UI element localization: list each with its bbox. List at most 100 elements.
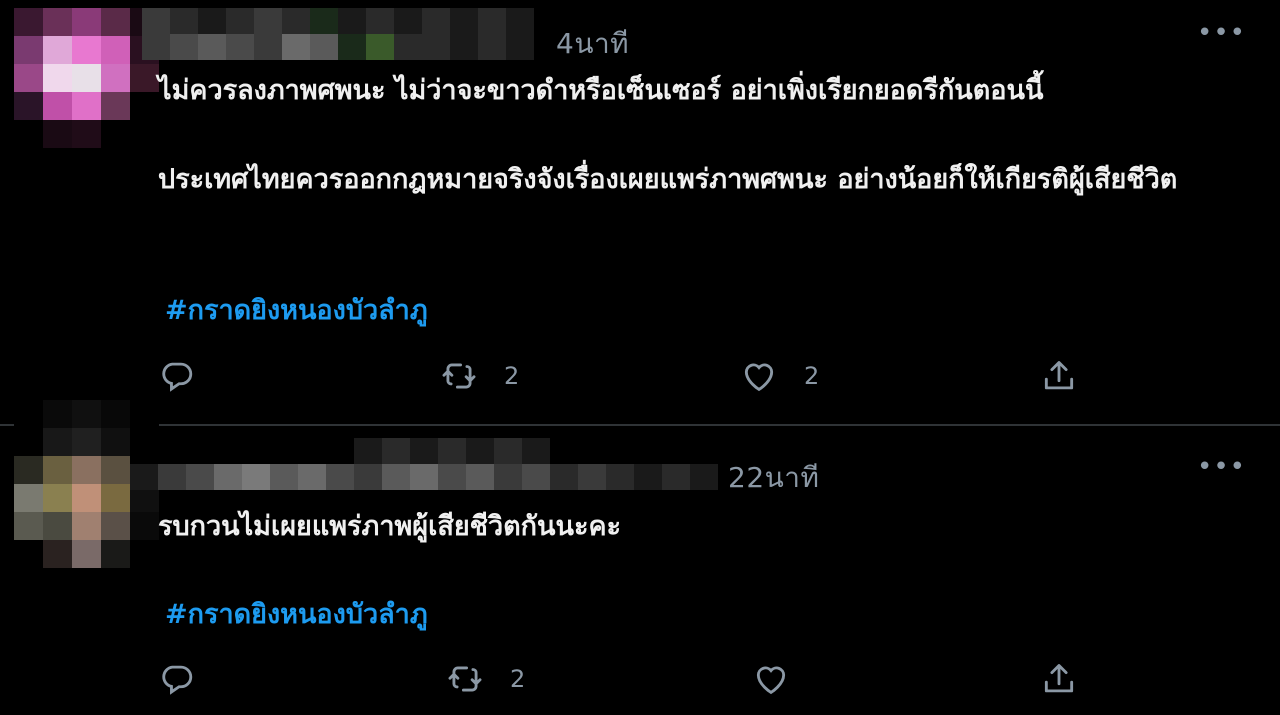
reply-button[interactable] bbox=[158, 357, 222, 395]
avatar-pixel bbox=[101, 120, 130, 148]
hashtag-link[interactable]: #กราดยิงหนองบัวลำภู bbox=[165, 288, 428, 331]
like-button[interactable]: 2 bbox=[740, 357, 819, 395]
blur-pixel bbox=[282, 34, 310, 60]
avatar-pixel bbox=[101, 64, 130, 92]
blur-pixel bbox=[438, 438, 466, 464]
avatar-pixel bbox=[14, 428, 43, 456]
avatar-pixel bbox=[43, 484, 72, 512]
avatar-pixel bbox=[101, 8, 130, 36]
hashtag-link[interactable]: #กราดยิงหนองบัวลำภู bbox=[165, 592, 428, 635]
more-icon[interactable]: ••• bbox=[1197, 454, 1246, 480]
blur-pixel bbox=[662, 464, 690, 490]
avatar-pixel bbox=[72, 64, 101, 92]
blur-pixel bbox=[142, 8, 170, 34]
tweet-timestamp[interactable]: 22นาที bbox=[728, 456, 819, 500]
blur-pixel bbox=[242, 464, 270, 490]
avatar-pixel bbox=[43, 64, 72, 92]
avatar-pixel bbox=[43, 428, 72, 456]
blur-pixel bbox=[198, 34, 226, 60]
tweet-text-paragraph: ประเทศไทยควรออกกฎหมายจริงจังเรื่องเผยแพร… bbox=[158, 164, 1178, 195]
like-icon bbox=[744, 363, 774, 392]
reply-button[interactable] bbox=[158, 660, 222, 698]
blur-pixel bbox=[214, 438, 242, 464]
blur-pixel bbox=[170, 8, 198, 34]
blur-pixel bbox=[578, 464, 606, 490]
blur-pixel bbox=[422, 8, 450, 34]
tweet[interactable]: 22นาที ••• รบกวนไม่เผยแพร่ภาพผู้เสียชีวิ… bbox=[0, 400, 1280, 715]
blur-pixel bbox=[606, 464, 634, 490]
blur-pixel bbox=[522, 464, 550, 490]
blur-pixel bbox=[394, 34, 422, 60]
blur-pixel bbox=[282, 8, 310, 34]
avatar[interactable] bbox=[14, 8, 159, 148]
avatar-pixel bbox=[43, 512, 72, 540]
blur-pixel bbox=[326, 464, 354, 490]
avatar-pixel bbox=[43, 8, 72, 36]
blur-pixel bbox=[338, 34, 366, 60]
avatar-pixel bbox=[101, 92, 130, 120]
blur-pixel bbox=[578, 438, 606, 464]
blur-pixel bbox=[186, 438, 214, 464]
retweet-button[interactable]: 2 bbox=[440, 357, 519, 395]
blur-pixel bbox=[382, 464, 410, 490]
blur-pixel bbox=[226, 8, 254, 34]
blur-pixel bbox=[298, 464, 326, 490]
blurred-username[interactable] bbox=[130, 438, 718, 490]
avatar-pixel bbox=[101, 512, 130, 540]
tweet-text-line: รบกวนไม่เผยแพร่ภาพผู้เสียชีวิตกันนะคะ bbox=[158, 511, 622, 542]
blur-pixel bbox=[214, 464, 242, 490]
more-icon[interactable]: ••• bbox=[1197, 20, 1246, 46]
blur-pixel bbox=[354, 464, 382, 490]
avatar-pixel bbox=[130, 92, 159, 120]
retweet-icon bbox=[442, 363, 476, 389]
blur-pixel bbox=[690, 464, 718, 490]
blur-pixel bbox=[522, 438, 550, 464]
avatar-pixel bbox=[72, 92, 101, 120]
avatar-pixel bbox=[72, 512, 101, 540]
blur-pixel bbox=[186, 464, 214, 490]
blur-pixel bbox=[506, 8, 534, 34]
share-button[interactable] bbox=[1040, 660, 1078, 698]
blur-pixel bbox=[142, 34, 170, 60]
blur-pixel bbox=[270, 438, 298, 464]
retweet-button[interactable]: 2 bbox=[446, 660, 525, 698]
blur-pixel bbox=[326, 438, 354, 464]
blur-pixel bbox=[422, 34, 450, 60]
avatar-pixel bbox=[14, 64, 43, 92]
avatar-pixel bbox=[101, 400, 130, 428]
reply-icon bbox=[162, 665, 193, 695]
avatar-pixel bbox=[43, 456, 72, 484]
blur-pixel bbox=[382, 438, 410, 464]
blur-pixel bbox=[410, 464, 438, 490]
blur-pixel bbox=[550, 464, 578, 490]
avatar-pixel bbox=[130, 540, 159, 568]
blur-pixel bbox=[662, 438, 690, 464]
tweet[interactable]: 4นาที ••• ไม่ควรลงภาพศพนะ ไม่ว่าจะขาวดำห… bbox=[0, 0, 1280, 425]
blur-pixel bbox=[450, 8, 478, 34]
blur-pixel bbox=[634, 464, 662, 490]
avatar-pixel bbox=[43, 92, 72, 120]
avatar-pixel bbox=[101, 456, 130, 484]
avatar-pixel bbox=[130, 120, 159, 148]
like-icon bbox=[756, 666, 786, 695]
avatar-pixel bbox=[101, 540, 130, 568]
avatar-pixel bbox=[14, 8, 43, 36]
avatar-pixel bbox=[14, 484, 43, 512]
share-button[interactable] bbox=[1040, 357, 1078, 395]
blur-pixel bbox=[478, 8, 506, 34]
avatar-pixel bbox=[101, 428, 130, 456]
avatar-pixel bbox=[101, 36, 130, 64]
like-button[interactable] bbox=[752, 660, 816, 698]
avatar-pixel bbox=[72, 456, 101, 484]
blur-pixel bbox=[394, 8, 422, 34]
blur-pixel bbox=[242, 438, 270, 464]
blur-pixel bbox=[310, 34, 338, 60]
blur-pixel bbox=[690, 438, 718, 464]
avatar-pixel bbox=[72, 428, 101, 456]
tweet-timestamp[interactable]: 4นาที bbox=[556, 22, 629, 66]
avatar-pixel bbox=[43, 400, 72, 428]
blurred-username[interactable] bbox=[142, 8, 534, 60]
retweet-count: 2 bbox=[510, 665, 526, 693]
tweet-text-line: ไม่ควรลงภาพศพนะ ไม่ว่าจะขาวดำหรือเซ็นเซอ… bbox=[158, 75, 1044, 106]
blur-pixel bbox=[634, 438, 662, 464]
